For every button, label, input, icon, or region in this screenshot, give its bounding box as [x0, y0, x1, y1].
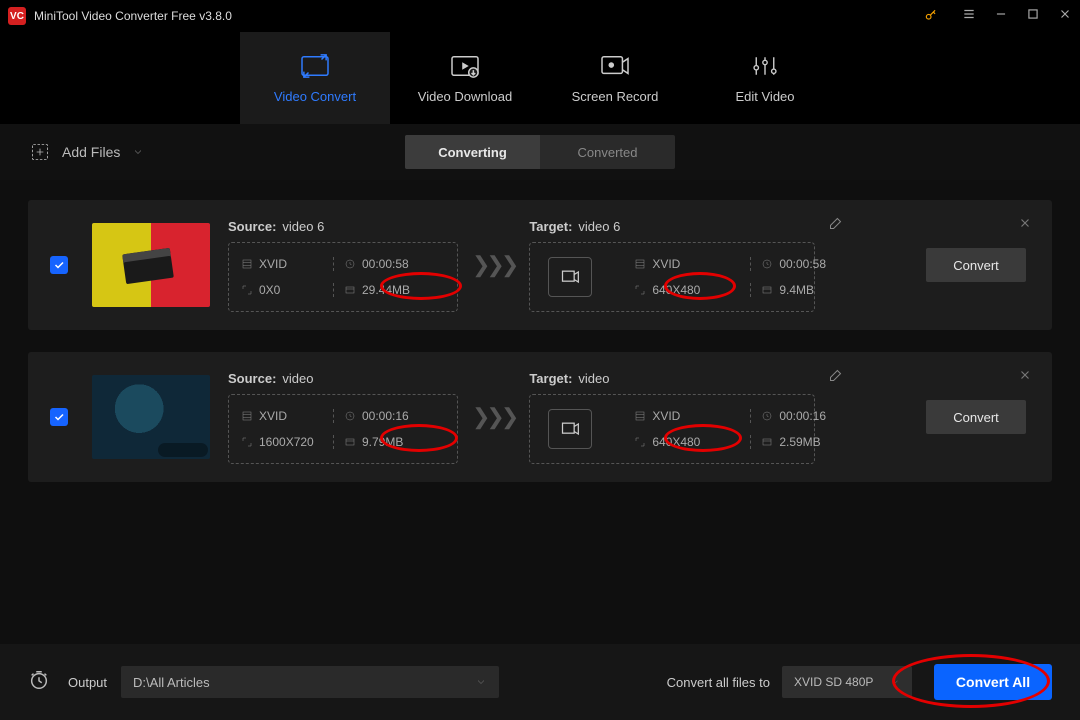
- target-info: XVID 00:00:58 640X480 9.4MB: [529, 242, 815, 312]
- row-checkbox[interactable]: [50, 256, 68, 274]
- resolution-cell: 640X480: [634, 435, 746, 449]
- tab-label: Video Convert: [274, 89, 356, 104]
- convert-all-button[interactable]: Convert All: [934, 664, 1052, 700]
- output-label: Output: [68, 675, 107, 690]
- size-cell: 9.4MB: [750, 283, 802, 297]
- upgrade-key-icon[interactable]: [924, 8, 938, 25]
- minimize-icon[interactable]: [994, 7, 1008, 26]
- codec-cell: XVID: [634, 257, 746, 271]
- convert-all-to-label: Convert all files to: [667, 675, 770, 690]
- chevron-down-icon: [132, 146, 144, 158]
- duration-cell: 00:00:58: [333, 257, 445, 271]
- chevron-down-icon: [890, 677, 900, 687]
- source-info: XVID 00:00:16 1600X720 9.79MB: [228, 394, 458, 464]
- tab-label: Screen Record: [572, 89, 659, 104]
- title-bar: VC MiniTool Video Converter Free v3.8.0: [0, 0, 1080, 32]
- duration-cell: 00:00:58: [750, 257, 802, 271]
- resolution-cell: 640X480: [634, 283, 746, 297]
- add-files-label: Add Files: [62, 144, 120, 160]
- app-title: MiniTool Video Converter Free v3.8.0: [34, 9, 924, 23]
- resolution-cell: 1600X720: [241, 435, 329, 449]
- menu-icon[interactable]: [962, 7, 976, 26]
- target-label: Target:video: [529, 371, 815, 386]
- size-cell: 29.44MB: [333, 283, 445, 297]
- tab-video-download[interactable]: Video Download: [390, 32, 540, 124]
- source-label: Source:video: [228, 371, 458, 386]
- target-format-dropdown[interactable]: XVID SD 480P: [782, 666, 912, 698]
- size-cell: 9.79MB: [333, 435, 445, 449]
- chevron-down-icon: [475, 676, 487, 688]
- codec-cell: XVID: [634, 409, 746, 423]
- duration-cell: 00:00:16: [333, 409, 445, 423]
- main-tabs: Video Convert Video Download Screen Reco…: [0, 32, 1080, 124]
- tab-video-convert[interactable]: Video Convert: [240, 32, 390, 124]
- bottom-bar: Output D:\All Articles Convert all files…: [0, 644, 1080, 720]
- convert-button[interactable]: Convert: [926, 248, 1026, 282]
- tab-screen-record[interactable]: Screen Record: [540, 32, 690, 124]
- arrow-icon: ❯❯❯: [472, 404, 515, 430]
- video-thumbnail[interactable]: [92, 223, 210, 307]
- remove-row-icon[interactable]: [1018, 368, 1032, 387]
- close-icon[interactable]: [1058, 7, 1072, 26]
- tab-edit-video[interactable]: Edit Video: [690, 32, 840, 124]
- duration-cell: 00:00:16: [750, 409, 802, 423]
- file-list: Source:video 6 XVID 00:00:58 0X0 29.44MB…: [0, 180, 1080, 502]
- source-label: Source:video 6: [228, 219, 458, 234]
- arrow-icon: ❯❯❯: [472, 252, 515, 278]
- file-row: Source:video XVID 00:00:16 1600X720 9.79…: [28, 352, 1052, 482]
- app-logo-icon: VC: [8, 7, 26, 25]
- add-files-button[interactable]: Add Files: [30, 142, 144, 162]
- file-row: Source:video 6 XVID 00:00:58 0X0 29.44MB…: [28, 200, 1052, 330]
- schedule-icon[interactable]: [28, 669, 50, 696]
- edit-target-icon[interactable]: [828, 216, 843, 236]
- target-info: XVID 00:00:16 640X480 2.59MB: [529, 394, 815, 464]
- source-info: XVID 00:00:58 0X0 29.44MB: [228, 242, 458, 312]
- sub-toolbar: Add Files Converting Converted: [0, 124, 1080, 180]
- convert-button[interactable]: Convert: [926, 400, 1026, 434]
- tab-label: Video Download: [418, 89, 512, 104]
- status-segment: Converting Converted: [405, 135, 675, 169]
- maximize-icon[interactable]: [1026, 7, 1040, 26]
- target-format-value: XVID SD 480P: [794, 675, 873, 689]
- window-controls: [924, 7, 1072, 26]
- seg-converted[interactable]: Converted: [540, 135, 675, 169]
- video-thumbnail[interactable]: [92, 375, 210, 459]
- output-path-value: D:\All Articles: [133, 675, 210, 690]
- size-cell: 2.59MB: [750, 435, 802, 449]
- codec-cell: XVID: [241, 257, 329, 271]
- row-checkbox[interactable]: [50, 408, 68, 426]
- tab-label: Edit Video: [735, 89, 794, 104]
- output-path-dropdown[interactable]: D:\All Articles: [121, 666, 499, 698]
- format-settings-button[interactable]: [548, 257, 592, 297]
- remove-row-icon[interactable]: [1018, 216, 1032, 235]
- edit-target-icon[interactable]: [828, 368, 843, 388]
- target-label: Target:video 6: [529, 219, 815, 234]
- seg-converting[interactable]: Converting: [405, 135, 540, 169]
- codec-cell: XVID: [241, 409, 329, 423]
- format-settings-button[interactable]: [548, 409, 592, 449]
- resolution-cell: 0X0: [241, 283, 329, 297]
